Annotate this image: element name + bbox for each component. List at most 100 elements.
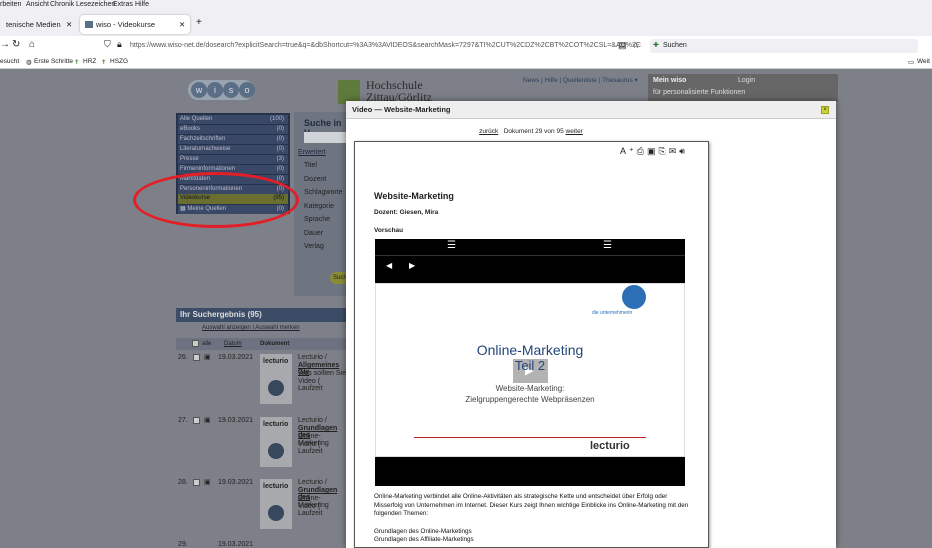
field-label-titel: Titel [304, 162, 317, 169]
bookmark-item[interactable]: HRZ [83, 58, 96, 65]
row-checkbox[interactable] [193, 354, 200, 361]
video-thumbnail[interactable]: lecturio [260, 354, 292, 404]
bookmark-item[interactable]: esucht [0, 58, 19, 65]
source-ebooks[interactable]: eBooks (0) [178, 125, 288, 134]
bookmarks-bar: esucht ◍ Erste Schritte ✝ HRZ ✝ HSZG ▭ W… [0, 56, 932, 69]
unternehmerin-text: die unternehmerin [592, 310, 633, 316]
table-row[interactable]: 29. 19.03.2021 [176, 540, 346, 548]
col-all: alle [202, 341, 212, 347]
new-tab-button[interactable]: + [196, 17, 202, 28]
browser-search-input[interactable]: ✚ Suchen [650, 39, 918, 53]
mywiso-panel: Mein wiso Login für personalisierte Funk… [648, 74, 838, 102]
nav-next-link[interactable]: weiter [566, 128, 583, 135]
field-label-kategorie: Kategorie [304, 203, 334, 210]
row-source: Lecturio / [298, 479, 327, 486]
table-row[interactable]: 26. ▣ 19.03.2021 lecturio Lecturio / All… [176, 352, 346, 408]
top-links[interactable]: News | Hilfe | Quellenliste | Thesaurus … [523, 76, 638, 84]
document-toolbar: A⁺⎙▣⎘✉🔊︎ [620, 146, 688, 157]
row-number: 29. [178, 541, 188, 548]
source-presse[interactable]: Presse (3) [178, 155, 288, 164]
document-lecturer: Dozent: Giesen, Mira [374, 209, 439, 216]
save-icon[interactable]: ▣ [204, 478, 211, 486]
bookmark-item[interactable]: Weit [917, 58, 930, 65]
mywiso-subtitle: für personalisierte Funktionen [653, 89, 746, 96]
home-icon[interactable]: ⌂ [29, 39, 35, 50]
playlist-icon[interactable]: ☰ [447, 240, 456, 251]
extended-search-toggle[interactable]: Erweitert [298, 149, 326, 156]
previous-icon[interactable]: ◀ [386, 261, 392, 270]
video-thumbnail[interactable]: lecturio [260, 417, 292, 467]
tab-bar: tenische Medien ✕ wiso - Videokurse ✕ + [0, 12, 932, 36]
reload-icon[interactable]: ↻ [12, 39, 20, 50]
save-icon[interactable]: ▣ [204, 416, 211, 424]
close-icon[interactable]: ✕ [66, 15, 72, 34]
topic-item: Grundlagen des Affiliate-Marketings [374, 536, 474, 543]
results-header: Ihr Suchergebnis (95) [176, 308, 346, 322]
tab-label: tenische Medien [6, 20, 61, 29]
source-literaturnachweise[interactable]: Literaturnachweise (0) [178, 145, 288, 154]
bookmark-star-icon[interactable]: ☆ [632, 40, 640, 51]
row-number: 27. [178, 417, 188, 424]
search-query-input[interactable] [304, 132, 346, 143]
mail-icon[interactable]: ✉ [669, 146, 680, 156]
menu-lesezeichen[interactable]: Lesezeichen [76, 1, 115, 8]
source-fachzeitschriften[interactable]: Fachzeitschriften (0) [178, 135, 288, 144]
col-date[interactable]: Datum [224, 338, 242, 350]
save-icon[interactable]: ▣ [647, 146, 659, 156]
video-thumbnail[interactable]: lecturio [260, 479, 292, 529]
results-action-links[interactable]: Auswahl anzeigen | Auswahl merken [202, 325, 300, 331]
tab-elektronische-medien[interactable]: tenische Medien ✕ [0, 15, 74, 34]
tab-wiso-videokurse[interactable]: wiso - Videokurse ✕ [80, 15, 190, 34]
back-icon[interactable]: → [0, 39, 10, 50]
video-subtitle: Website-Marketing: Zielgruppengerechte W… [465, 384, 595, 404]
row-checkbox[interactable] [193, 479, 200, 486]
menu-bearbeiten[interactable]: rbeiten [0, 1, 21, 8]
field-label-schlagworte: Schlagworte [304, 189, 343, 196]
font-size-icon[interactable]: A⁺ [620, 146, 637, 156]
lock-icon[interactable]: 🔒︎ [117, 39, 122, 50]
field-label-sprache: Sprache [304, 216, 331, 223]
login-link[interactable]: Login [738, 77, 755, 84]
next-icon[interactable]: ▶ [409, 261, 415, 270]
logo-letter: o [239, 82, 255, 98]
reader-icon[interactable]: ▤ [618, 40, 627, 51]
close-icon[interactable]: ✕ [179, 15, 185, 34]
bookmark-item[interactable]: Erste Schritte [34, 58, 73, 65]
speaker-icon[interactable]: 🔊︎ [679, 146, 688, 156]
nav-back-link[interactable]: zurück [479, 128, 498, 135]
menu-chronik[interactable]: Chronik [50, 1, 74, 8]
hs-icon: ✝ [101, 59, 107, 66]
wiso-logo[interactable]: w i s o [188, 80, 255, 100]
save-icon[interactable]: ▣ [204, 353, 211, 361]
field-label-dauer: Dauer [304, 230, 324, 237]
print-icon[interactable]: ⎙ [637, 146, 647, 156]
row-number: 28. [178, 479, 188, 486]
video-controls-bar[interactable] [375, 457, 685, 486]
document-counter: Dokument 29 von 95 [503, 128, 564, 135]
search-panel: Suche in V Erweitert Titel Dozent Schlag… [294, 112, 350, 296]
menu-hilfe[interactable]: Hilfe [135, 1, 149, 8]
search-placeholder: Suchen [663, 42, 687, 49]
row-checkbox[interactable] [193, 417, 200, 424]
logo-letter: w [191, 82, 207, 98]
chapters-icon[interactable]: ☰ [603, 240, 612, 251]
shield-icon[interactable]: ⛉ [104, 39, 111, 50]
close-icon[interactable]: × [821, 106, 829, 114]
video-part: Teil 2 [514, 358, 546, 373]
table-row[interactable]: 28. ▣ 19.03.2021 lecturio Lecturio / Gru… [176, 477, 346, 533]
field-label-verlag: Verlag [304, 243, 324, 250]
source-alle-quellen[interactable]: Alle Quellen (100) [178, 115, 288, 124]
modal-title: Video — Website-Marketing [346, 101, 836, 119]
table-row[interactable]: 27. ▣ 19.03.2021 lecturio Lecturio / Gru… [176, 415, 346, 471]
menu-extras[interactable]: Extras [113, 1, 133, 8]
row-source: Lecturio / [298, 354, 327, 361]
select-all-checkbox[interactable] [192, 340, 199, 347]
menu-ansicht[interactable]: Ansicht [26, 1, 49, 8]
folder-icon: ▭ [908, 59, 915, 66]
bookmark-item[interactable]: HSZG [110, 58, 128, 65]
unternehmerin-logo [622, 285, 646, 309]
export-icon[interactable]: ⎘ [658, 146, 668, 156]
play-icon [268, 443, 284, 459]
url-bar[interactable]: https://www.wiso-net.de/dosearch?explici… [130, 39, 668, 53]
document-title: Website-Marketing [374, 191, 454, 201]
